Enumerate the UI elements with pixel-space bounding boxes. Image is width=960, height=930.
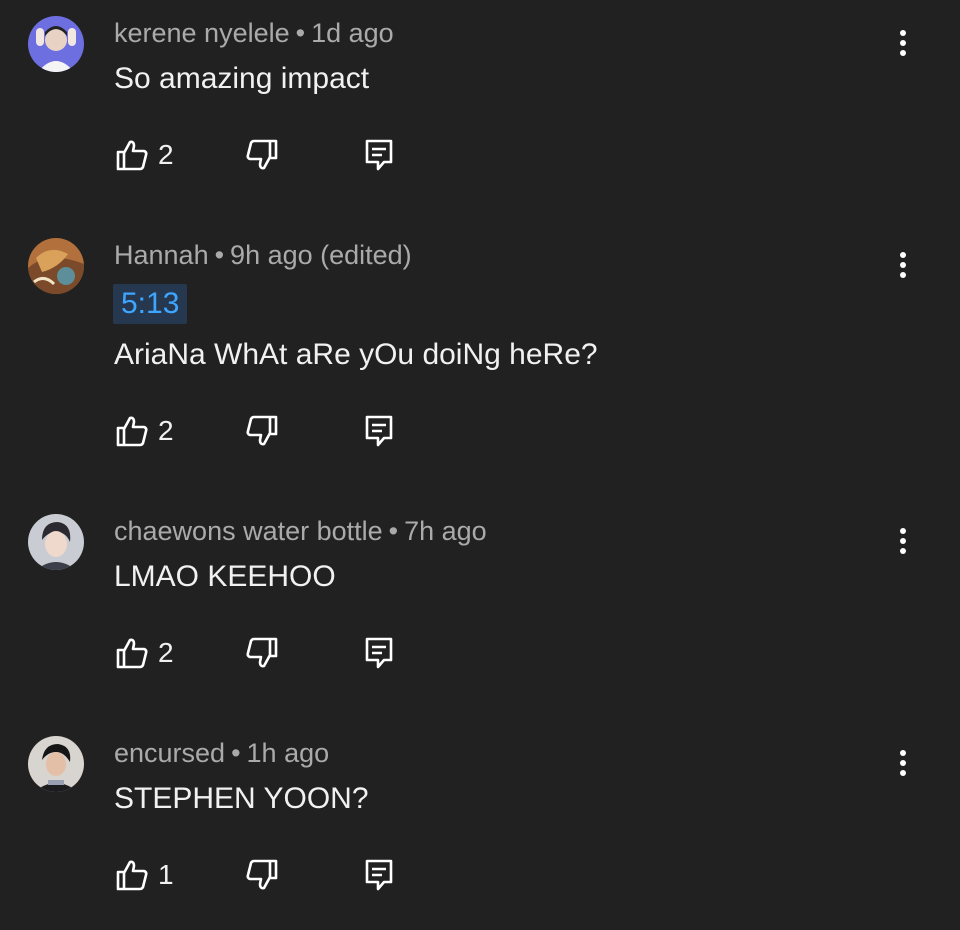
- thumbs-down-icon: [246, 139, 278, 170]
- meta-separator: •: [214, 240, 225, 270]
- reply-comment-icon: [365, 139, 393, 171]
- comment-time: 1d ago: [311, 18, 394, 48]
- dislike-button[interactable]: [244, 411, 280, 451]
- comment-text: STEPHEN YOON?: [114, 782, 369, 815]
- reply-comment-icon: [365, 637, 393, 669]
- author-name[interactable]: Hannah: [114, 240, 209, 270]
- avatar[interactable]: [28, 514, 84, 570]
- dislike-button[interactable]: [244, 855, 280, 895]
- comment-time: 7h ago: [404, 516, 487, 546]
- comment-meta: chaewons water bottle • 7h ago: [114, 514, 487, 548]
- comment-meta: encursed • 1h ago: [114, 736, 329, 770]
- reply-comment-icon: [365, 415, 393, 447]
- dislike-button[interactable]: [244, 135, 280, 175]
- comment-time: 1h ago: [246, 738, 330, 768]
- thumbs-up-icon: [116, 416, 148, 447]
- comment-text: LMAO KEEHOO: [114, 560, 336, 593]
- more-vert-icon: [900, 528, 906, 554]
- comment-time: 9h ago (edited): [230, 240, 412, 270]
- more-options-button[interactable]: [888, 23, 918, 63]
- reply-button[interactable]: [364, 855, 394, 895]
- comment-actions: 1: [114, 855, 414, 895]
- comment-meta: kerene nyelele • 1d ago: [114, 16, 394, 50]
- reply-comment-icon: [365, 859, 393, 891]
- meta-separator: •: [231, 738, 241, 768]
- like-button[interactable]: 2: [114, 633, 174, 673]
- like-button[interactable]: 1: [114, 855, 174, 895]
- timestamp-link[interactable]: 5:13: [113, 284, 188, 324]
- avatar[interactable]: [28, 238, 84, 294]
- comment-text: So amazing impact: [114, 62, 370, 95]
- thumbs-down-icon: [246, 859, 278, 890]
- more-options-button[interactable]: [888, 521, 918, 561]
- like-count: 2: [158, 637, 174, 668]
- like-button[interactable]: 2: [114, 411, 174, 451]
- more-options-button[interactable]: [888, 743, 918, 783]
- comment-actions: 2: [114, 633, 414, 673]
- reply-button[interactable]: [364, 135, 394, 175]
- more-vert-icon: [900, 750, 906, 776]
- author-name[interactable]: kerene nyelele: [114, 18, 290, 48]
- meta-separator: •: [295, 18, 306, 48]
- like-button[interactable]: 2: [114, 135, 174, 175]
- thumbs-down-icon: [246, 637, 278, 668]
- thumbs-up-icon: [116, 140, 148, 171]
- more-vert-icon: [900, 252, 906, 278]
- more-vert-icon: [900, 30, 906, 56]
- comment-meta: Hannah • 9h ago (edited): [114, 238, 412, 272]
- meta-separator: •: [388, 516, 399, 546]
- avatar[interactable]: [28, 736, 84, 792]
- comment-actions: 2: [114, 411, 414, 451]
- thumbs-up-icon: [116, 638, 148, 669]
- avatar[interactable]: [28, 16, 84, 72]
- author-name[interactable]: encursed: [114, 738, 225, 768]
- like-count: 1: [158, 859, 174, 890]
- author-name[interactable]: chaewons water bottle: [114, 516, 383, 546]
- comment-actions: 2: [114, 135, 414, 175]
- comment-text: AriaNa WhAt aRe yOu doiNg heRe?: [114, 338, 598, 371]
- like-count: 2: [158, 139, 174, 170]
- like-count: 2: [158, 415, 174, 446]
- thumbs-down-icon: [246, 415, 278, 446]
- reply-button[interactable]: [364, 411, 394, 451]
- thumbs-up-icon: [116, 860, 148, 891]
- more-options-button[interactable]: [888, 245, 918, 285]
- dislike-button[interactable]: [244, 633, 280, 673]
- reply-button[interactable]: [364, 633, 394, 673]
